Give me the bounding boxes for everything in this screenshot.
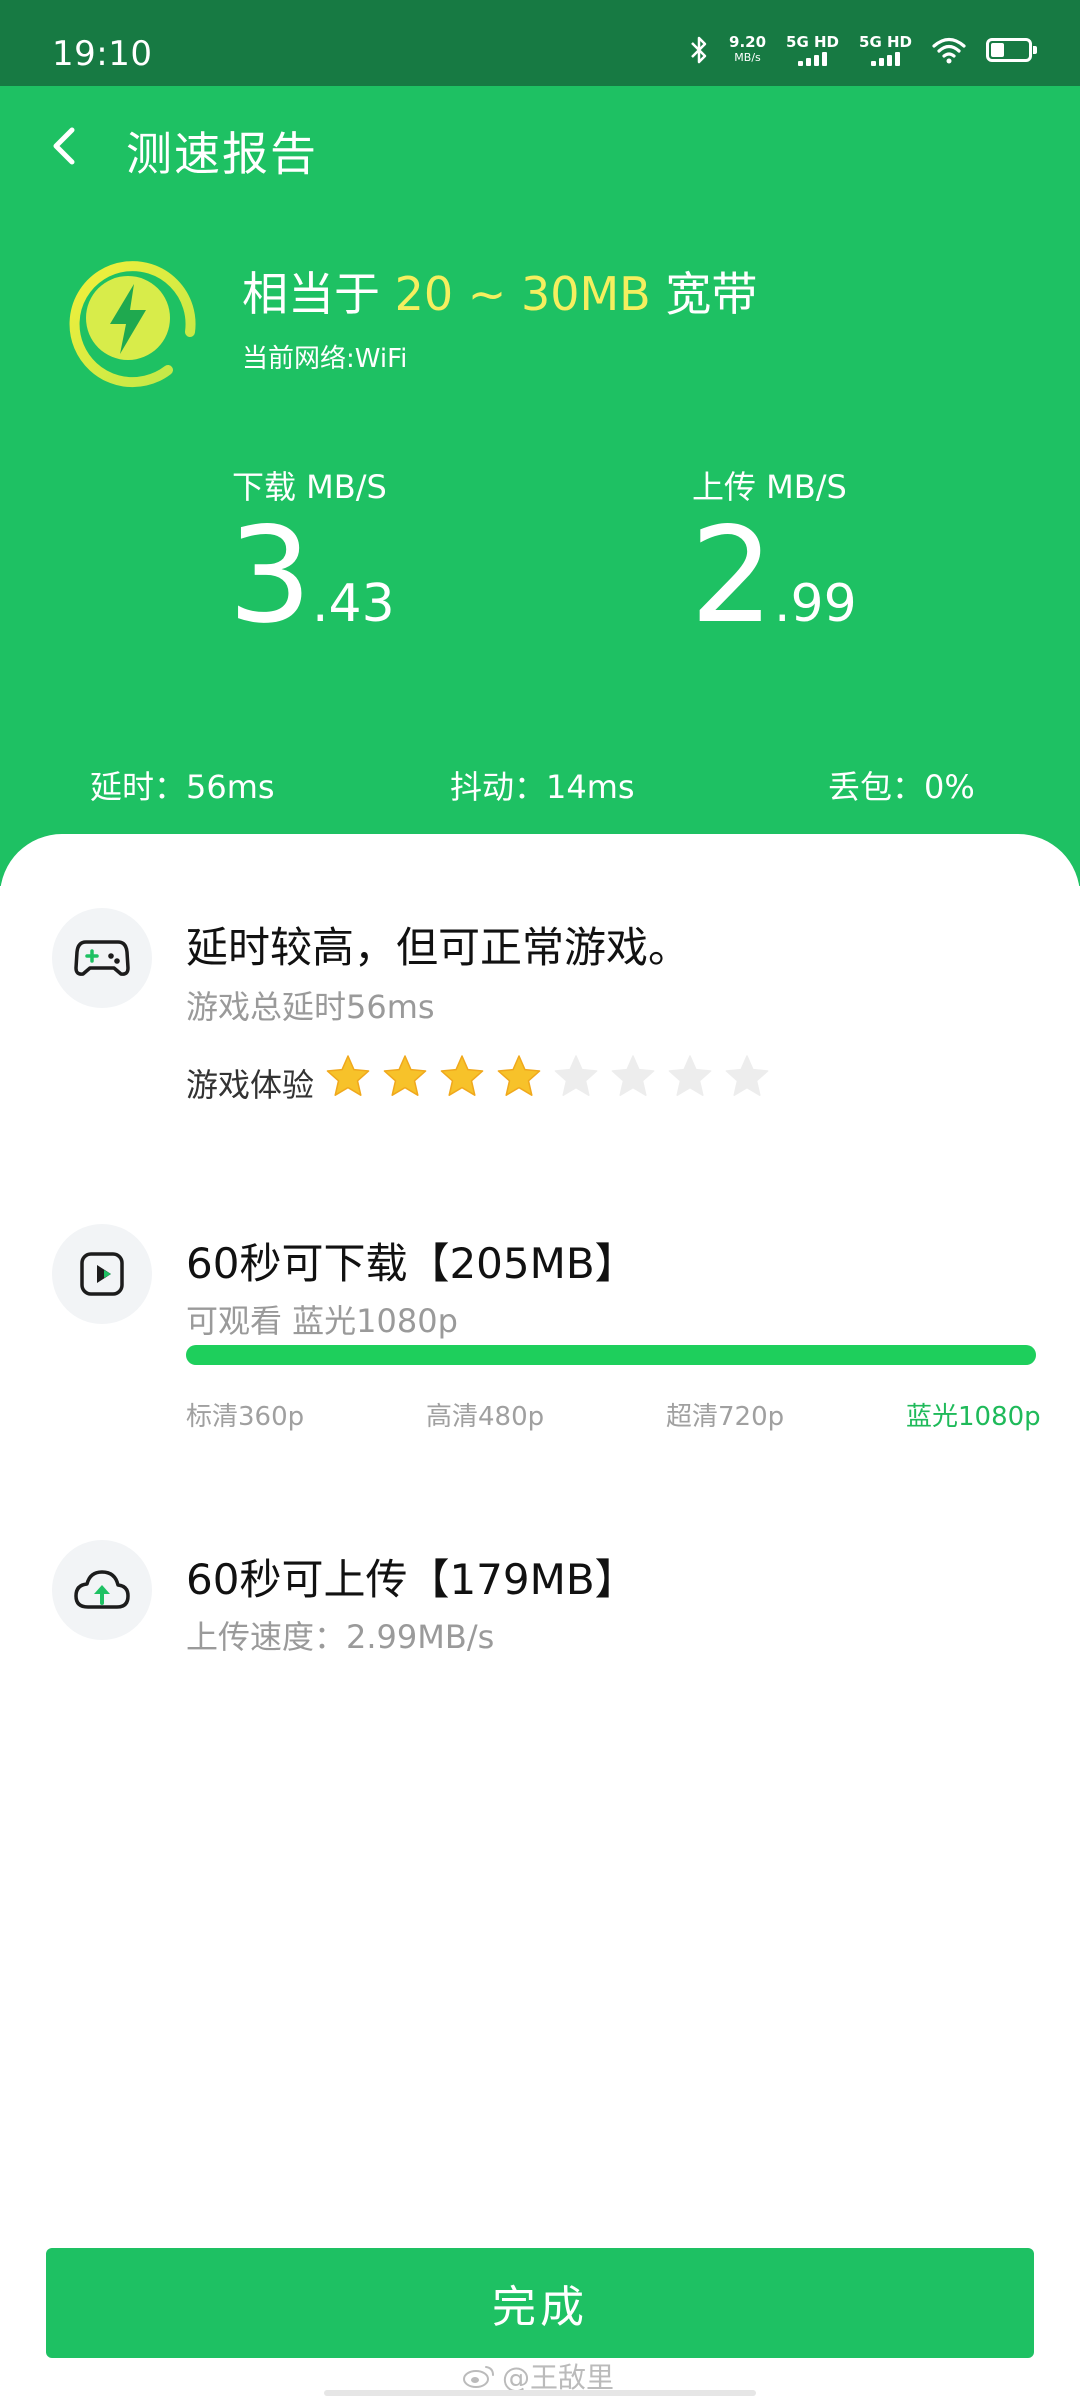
- speed-gauge-icon: [69, 261, 196, 388]
- game-title: 延时较高，但可正常游戏。: [186, 923, 691, 972]
- quality-label-360: 标清360p: [186, 1402, 305, 1432]
- star-filled-icon: [383, 1055, 427, 1096]
- status-time: 19:10: [52, 34, 153, 74]
- jitter-stat: 抖动：14ms: [450, 768, 635, 806]
- net-speed-unit: MB/s: [734, 51, 761, 64]
- video-play-icon: [80, 1252, 124, 1296]
- quality-label-720: 超清720p: [666, 1402, 785, 1432]
- star-empty-icon: [611, 1055, 655, 1096]
- upload-subtitle: 上传速度：2.99MB/s: [186, 1618, 495, 1656]
- latency-stat: 延时：56ms: [90, 768, 275, 806]
- status-bar: 19:10 9.20 MB/s 5G HD 5G HD: [0, 0, 1080, 86]
- gamepad-icon: [74, 940, 130, 976]
- signal-bars-icon: [871, 50, 900, 66]
- upload-speed: 2.99: [690, 506, 857, 646]
- quality-progress-fill: [186, 1345, 1036, 1365]
- battery-fill: [991, 43, 1004, 57]
- header: 测速报告 相当于 20 ~ 30MB 宽带 当前网络:WiFi 下载 MB/S …: [0, 86, 1080, 886]
- sim1-label: 5G HD: [786, 33, 840, 51]
- back-arrow-icon[interactable]: [40, 116, 90, 176]
- wifi-icon: [932, 37, 966, 64]
- quality-label-1080: 蓝光1080p: [906, 1402, 1041, 1432]
- current-network: 当前网络:WiFi: [242, 344, 408, 374]
- net-speed: 9.20 MB/s: [729, 35, 766, 65]
- star-empty-icon: [725, 1055, 769, 1096]
- star-filled-icon: [497, 1055, 541, 1096]
- download-speed-dec: .43: [311, 574, 395, 634]
- upload-speed-int: 2: [690, 499, 774, 653]
- battery-icon: [986, 38, 1037, 62]
- sim2-signal: 5G HD: [859, 34, 912, 66]
- weibo-logo-icon: [463, 2366, 494, 2388]
- game-icon-badge: [52, 908, 152, 1008]
- star-filled-icon: [440, 1055, 484, 1096]
- game-rating: [326, 1054, 769, 1098]
- download-speed-int: 3: [228, 499, 312, 653]
- download-title: 60秒可下载【205MB】: [186, 1239, 637, 1288]
- game-rating-label: 游戏体验: [186, 1066, 315, 1104]
- star-filled-icon: [326, 1055, 370, 1096]
- page-title: 测速报告: [126, 127, 318, 181]
- bandwidth-value: 20 ~ 30MB: [394, 267, 651, 321]
- packet-loss-stat: 丢包：0%: [828, 768, 975, 806]
- signal-bars-icon: [798, 50, 828, 66]
- sim1-signal: 5G HD: [786, 34, 839, 66]
- cloud-upload-icon: [74, 1570, 130, 1609]
- quality-progress-track: [186, 1345, 1036, 1365]
- net-speed-value: 9.20: [729, 33, 767, 51]
- upload-icon-badge: [52, 1540, 152, 1640]
- star-empty-icon: [668, 1055, 712, 1096]
- upload-speed-dec: .99: [773, 574, 857, 634]
- game-subtitle: 游戏总延时56ms: [186, 988, 435, 1026]
- bluetooth-icon: [691, 36, 707, 64]
- done-button[interactable]: 完成: [46, 2248, 1034, 2358]
- bandwidth-suffix: 宽带: [650, 267, 758, 321]
- download-icon-badge: [52, 1224, 152, 1324]
- sim2-label: 5G HD: [859, 33, 912, 51]
- report-card: 延时较高，但可正常游戏。 游戏总延时56ms 游戏体验 60秒可下载【205MB…: [0, 834, 1080, 2400]
- download-speed: 3.43: [228, 506, 395, 646]
- quality-label-480: 高清480p: [426, 1402, 545, 1432]
- screen: 19:10 9.20 MB/s 5G HD 5G HD 测速报告 相当于 20 …: [0, 0, 1080, 2400]
- status-icons: 9.20 MB/s 5G HD 5G HD: [689, 30, 1037, 70]
- star-empty-icon: [554, 1055, 598, 1096]
- upload-title: 60秒可上传【179MB】: [186, 1555, 637, 1604]
- download-subtitle: 可观看 蓝光1080p: [186, 1302, 458, 1340]
- bandwidth-estimate: 相当于 20 ~ 30MB 宽带: [242, 258, 757, 324]
- home-indicator[interactable]: [324, 2390, 756, 2396]
- bandwidth-prefix: 相当于: [242, 267, 395, 321]
